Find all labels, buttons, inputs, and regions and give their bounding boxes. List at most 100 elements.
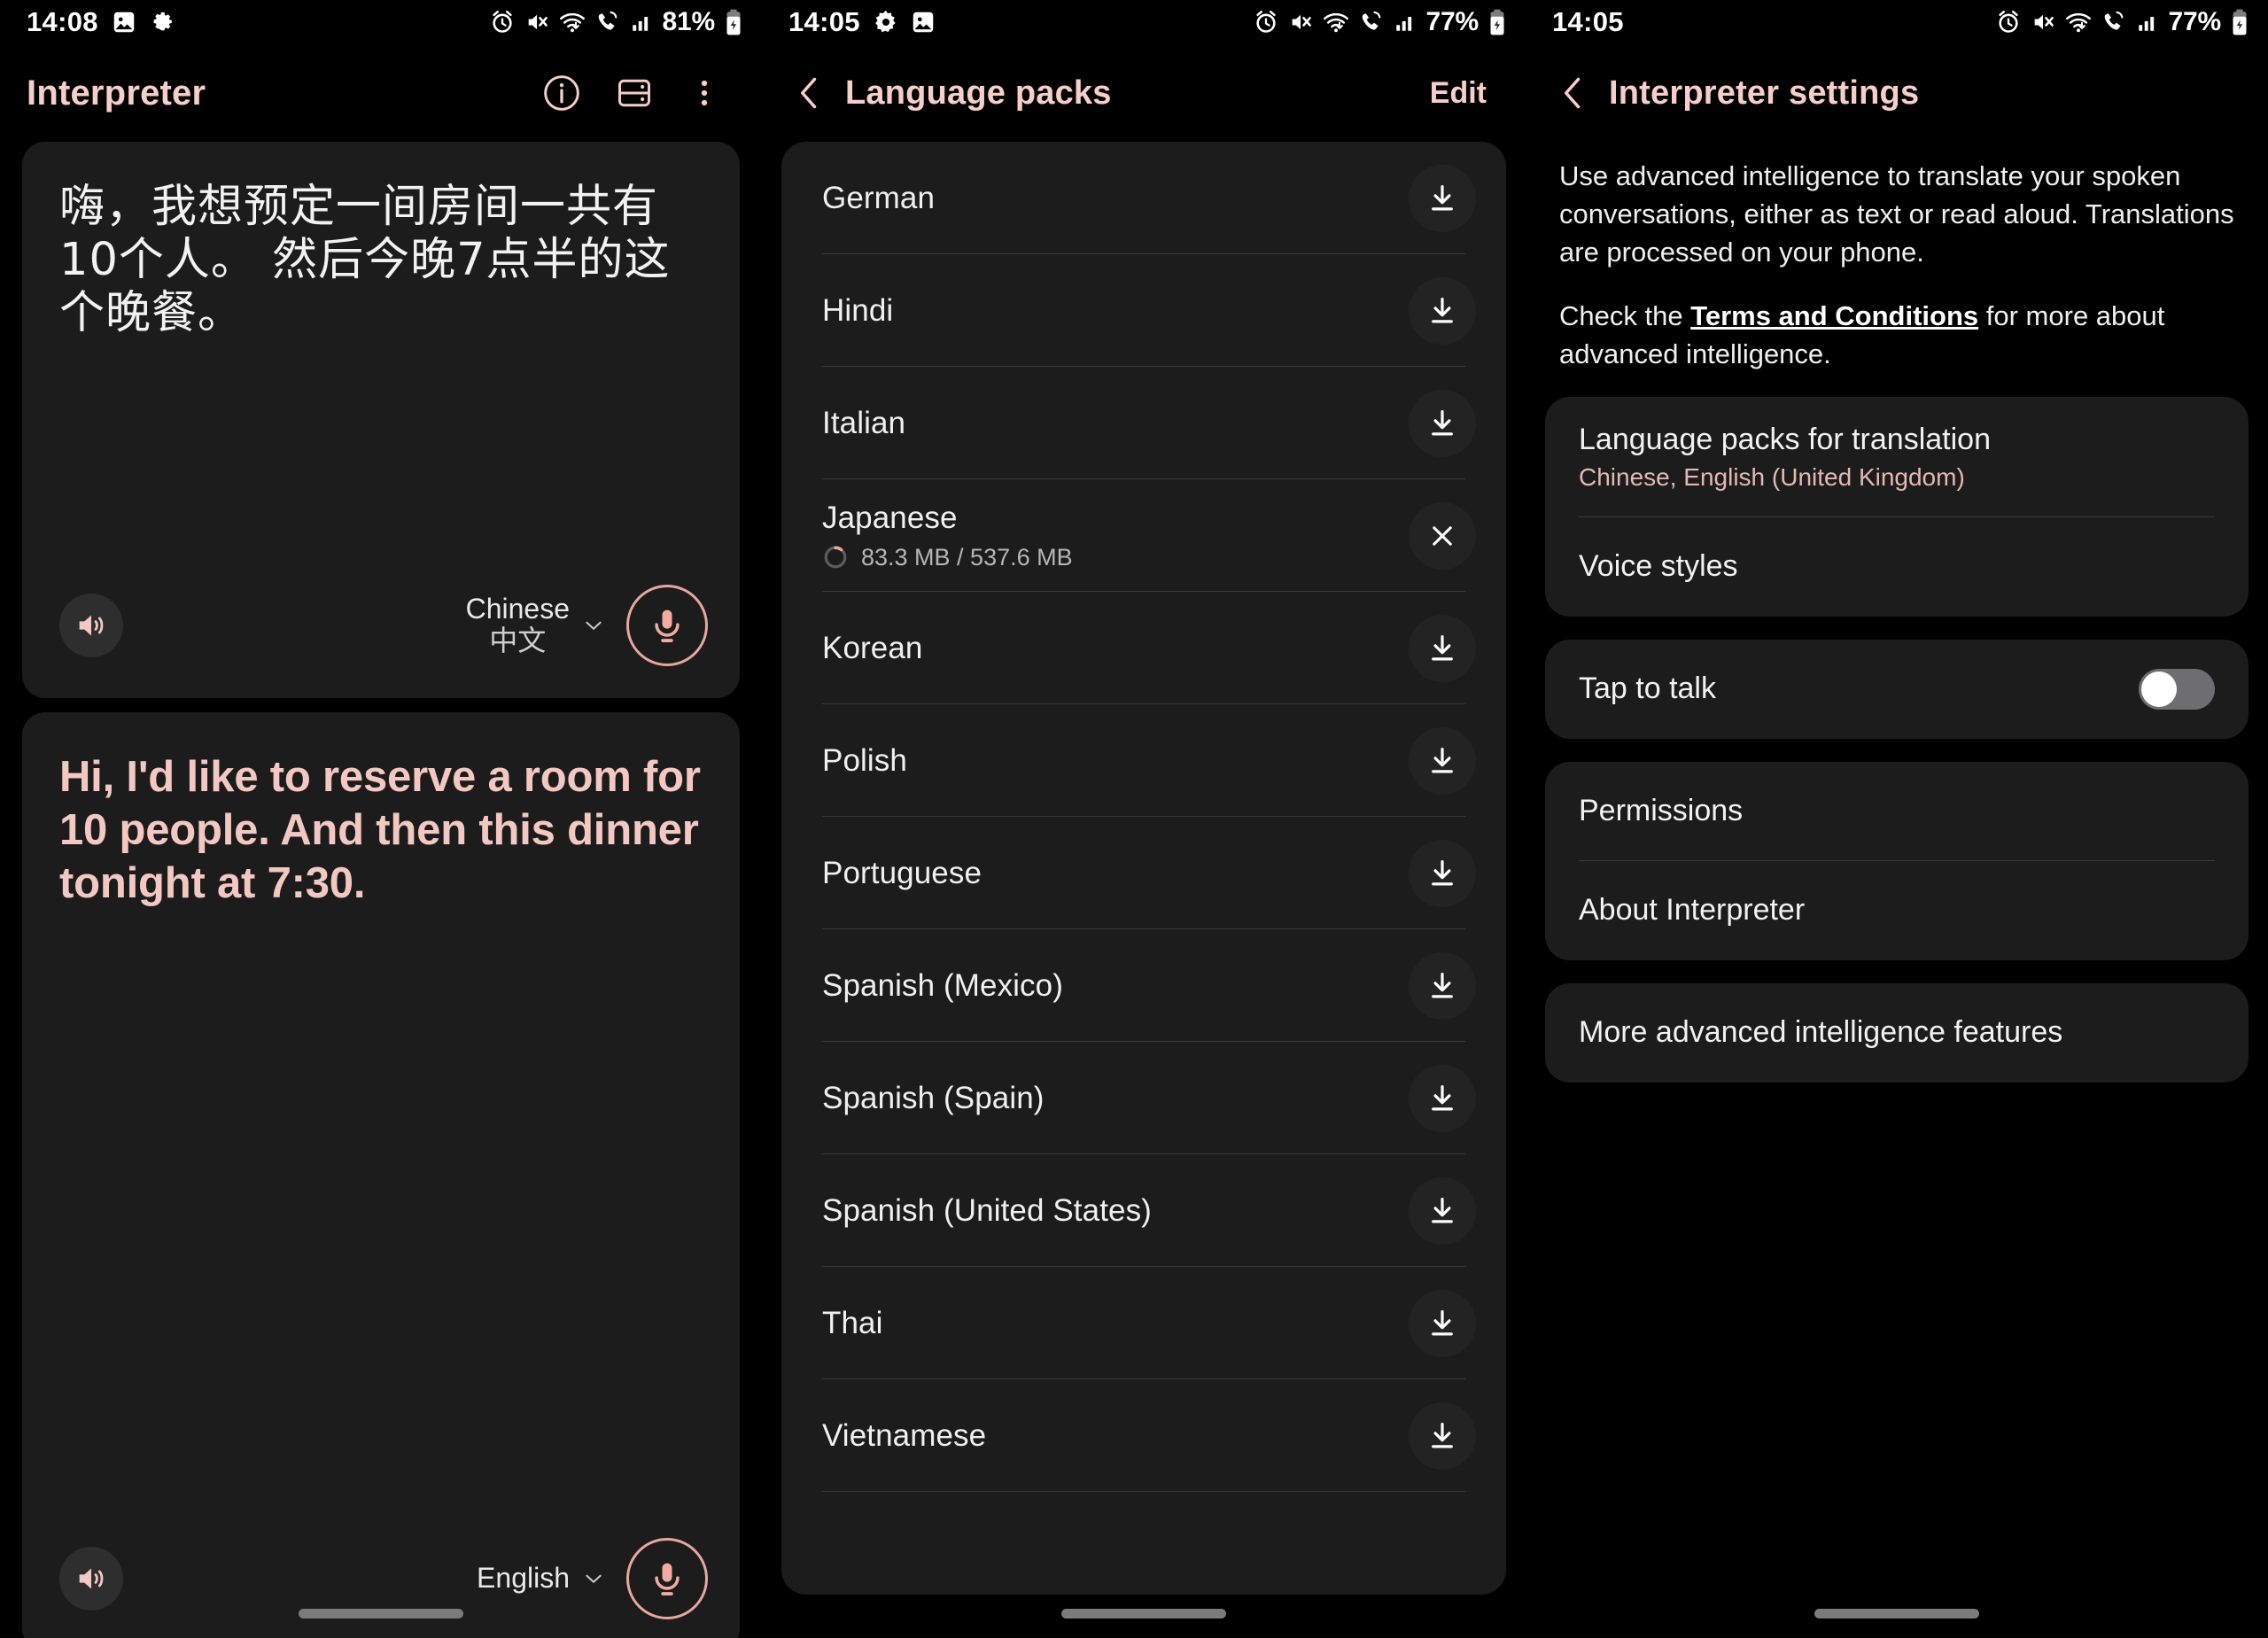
setting-subtitle: Chinese, English (United Kingdom) (1579, 462, 1965, 491)
progress-ring-icon (822, 544, 849, 571)
list-item[interactable]: Spanish (United States) (781, 1154, 1506, 1267)
list-item[interactable]: Korean (781, 592, 1506, 704)
conversation-card-source[interactable]: 嗨，我想预定一间房间一共有10个人。 然后今晚7点半的这个晚餐。 Chinese… (22, 142, 740, 698)
source-text: 嗨，我想预定一间房间一共有10个人。 然后今晚7点半的这个晚餐。 (59, 181, 671, 340)
alarm-icon (1996, 10, 2021, 35)
download-progress: 83.3 MB / 537.6 MB (861, 543, 1073, 571)
setting-language-packs[interactable]: Language packs for translation Chinese, … (1545, 397, 2249, 517)
list-item[interactable]: German (781, 142, 1506, 254)
list-item[interactable]: Polish (781, 704, 1506, 817)
setting-permissions[interactable]: Permissions (1545, 762, 2249, 861)
source-language-native: 中文 (489, 624, 547, 657)
target-text: Hi, I'd like to reserve a room for 10 pe… (59, 753, 701, 907)
panel-interpreter: 14:08 81% Interpreter 嗨，我想预定一间房间一共有10个人。… (0, 0, 762, 1638)
more-options-icon[interactable] (687, 74, 721, 113)
chevron-down-icon (582, 614, 605, 637)
download-icon[interactable] (1409, 1289, 1476, 1357)
list-item[interactable]: Hindi (781, 254, 1506, 367)
mute-icon (2031, 10, 2055, 35)
language-name: Spanish (Spain) (822, 1080, 1045, 1115)
list-item[interactable]: Italian (781, 367, 1506, 479)
list-item[interactable]: Portuguese (781, 817, 1506, 929)
language-name: Italian (822, 405, 906, 440)
speaker-icon[interactable] (59, 594, 123, 657)
status-bar: 14:08 81% (0, 0, 762, 44)
source-card-footer: Chinese 中文 (59, 585, 708, 666)
wifi-icon (2065, 10, 2092, 35)
battery-percent: 77% (2168, 7, 2222, 36)
target-language-label: English (477, 1562, 570, 1595)
status-bar: 14:05 77% (762, 0, 1526, 44)
tap-to-talk-toggle[interactable] (2139, 668, 2215, 710)
setting-title: More advanced intelligence features (1579, 1015, 2063, 1050)
home-indicator[interactable] (1061, 1609, 1226, 1619)
description-paragraph-2: Check the Terms and Conditions for more … (1559, 298, 2234, 374)
home-indicator[interactable] (299, 1609, 463, 1619)
home-indicator[interactable] (1814, 1609, 1979, 1619)
list-item[interactable]: Thai (781, 1267, 1506, 1379)
language-name: Spanish (Mexico) (822, 967, 1063, 1003)
download-icon[interactable] (1409, 614, 1476, 682)
page-title: Interpreter settings (1609, 74, 1920, 112)
download-icon[interactable] (1409, 839, 1476, 907)
language-name: Korean (822, 630, 923, 665)
source-microphone-button[interactable] (626, 585, 708, 666)
list-item[interactable]: Spanish (Spain) (781, 1042, 1506, 1154)
battery-charging-icon (1488, 9, 1506, 35)
call-icon (595, 10, 620, 35)
setting-title: Permissions (1579, 794, 1744, 828)
source-language-selector[interactable]: Chinese 中文 (466, 593, 605, 657)
signal-icon (2136, 11, 2159, 34)
app-header: Interpreter (0, 44, 762, 142)
speaker-icon[interactable] (59, 1547, 123, 1611)
download-icon[interactable] (1409, 1064, 1476, 1132)
download-icon[interactable] (1409, 726, 1476, 795)
download-icon[interactable] (1409, 164, 1476, 232)
image-icon (910, 9, 936, 35)
list-item[interactable]: Vietnamese (781, 1379, 1506, 1492)
wifi-icon (1323, 10, 1349, 35)
setting-title: Tap to talk (1579, 672, 1716, 706)
language-name: Spanish (United States) (822, 1192, 1152, 1228)
split-view-icon[interactable] (615, 74, 654, 113)
back-chevron-icon[interactable] (1552, 72, 1595, 114)
call-icon (1359, 10, 1384, 35)
target-microphone-button[interactable] (626, 1538, 708, 1619)
gear-icon (873, 9, 899, 35)
settings-description: Use advanced intelligence to translate y… (1526, 142, 2268, 374)
battery-charging-icon (2231, 9, 2249, 35)
terms-and-conditions-link[interactable]: Terms and Conditions (1690, 300, 1978, 331)
list-item[interactable]: Spanish (Mexico) (781, 929, 1506, 1042)
language-name: German (822, 180, 936, 215)
target-card-footer: English (59, 1538, 708, 1619)
close-icon[interactable] (1409, 501, 1476, 570)
panel-interpreter-settings: 14:05 77% Interpreter settings Use advan… (1526, 0, 2268, 1638)
info-icon[interactable] (542, 74, 581, 113)
language-name: Vietnamese (822, 1417, 987, 1453)
settings-group-info: Permissions About Interpreter (1545, 761, 2249, 960)
settings-group-more-features: More advanced intelligence features (1545, 982, 2249, 1083)
language-name: Japanese (822, 500, 958, 535)
download-icon[interactable] (1409, 1176, 1476, 1245)
conversation-card-target[interactable]: Hi, I'd like to reserve a room for 10 pe… (22, 712, 740, 1638)
language-name: Polish (822, 742, 907, 778)
setting-voice-styles[interactable]: Voice styles (1545, 517, 2249, 617)
setting-tap-to-talk[interactable]: Tap to talk (1545, 640, 2249, 739)
battery-charging-icon (725, 9, 742, 35)
language-pack-list: German Hindi Italian Japanese 83.3 MB / … (781, 142, 1506, 1595)
back-chevron-icon[interactable] (788, 72, 831, 114)
page-header: Language packs Edit (762, 44, 1526, 142)
image-icon (111, 9, 137, 35)
download-icon[interactable] (1409, 276, 1476, 345)
setting-more-advanced-intelligence[interactable]: More advanced intelligence features (1545, 983, 2249, 1083)
target-language-selector[interactable]: English (477, 1562, 605, 1595)
language-name: Hindi (822, 292, 894, 328)
edit-button[interactable]: Edit (1430, 76, 1499, 111)
download-icon[interactable] (1409, 1401, 1476, 1470)
list-item-downloading[interactable]: Japanese 83.3 MB / 537.6 MB (781, 479, 1506, 592)
download-icon[interactable] (1409, 389, 1476, 457)
setting-about-interpreter[interactable]: About Interpreter (1545, 861, 2249, 960)
panel-language-packs: 14:05 77% Language packs Edit German Hin… (762, 0, 1526, 1638)
download-icon[interactable] (1409, 951, 1476, 1020)
signal-icon (630, 11, 653, 34)
